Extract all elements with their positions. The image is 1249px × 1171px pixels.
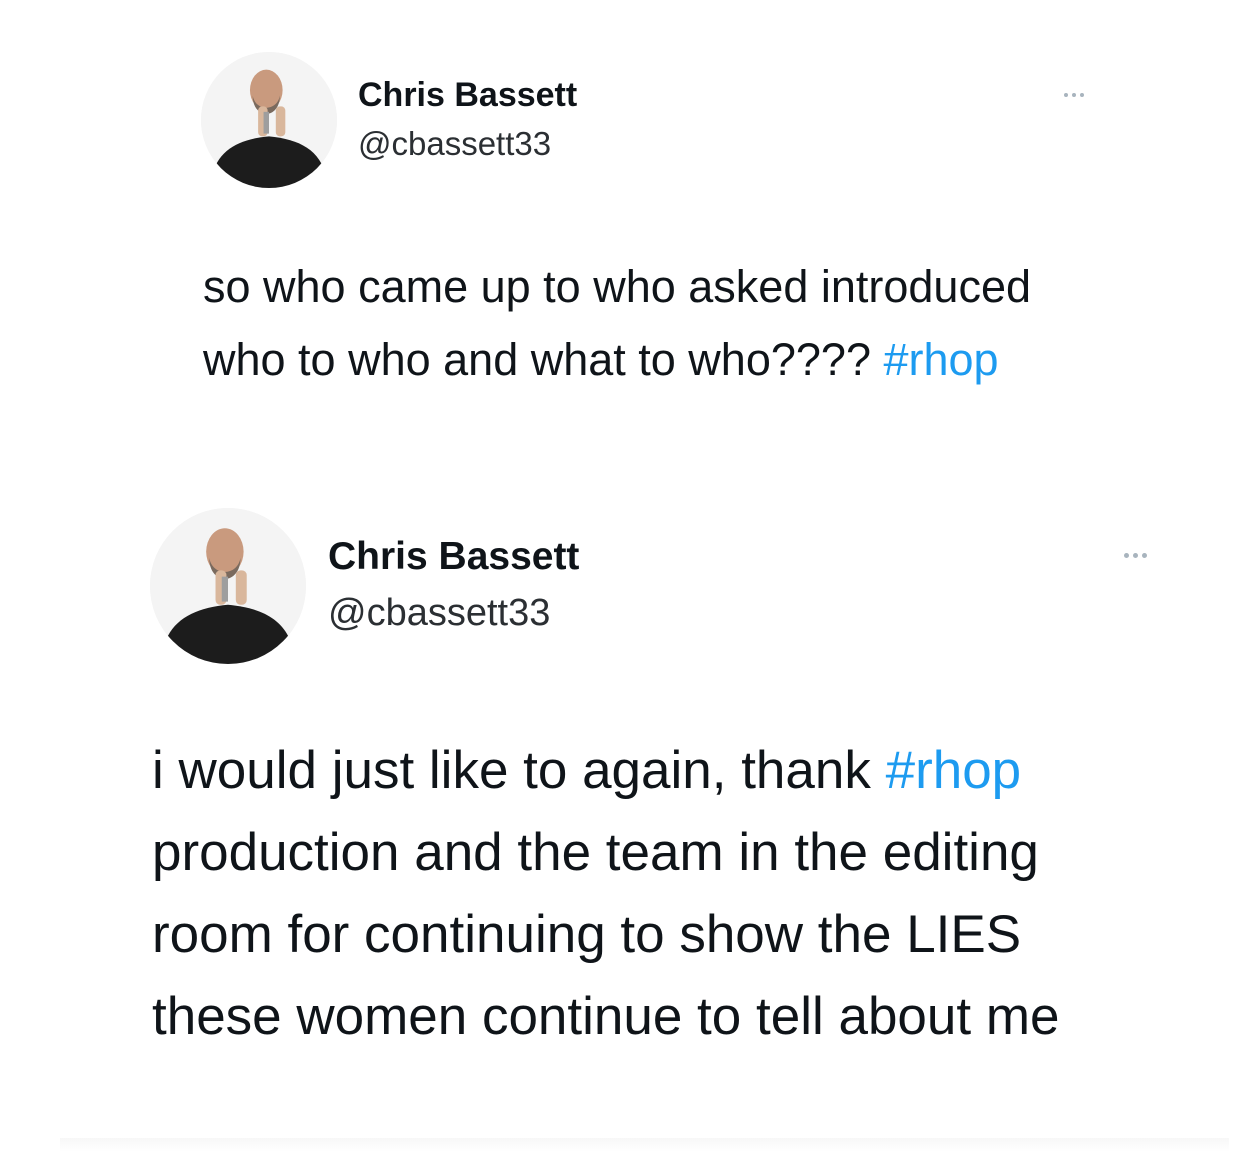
display-name[interactable]: Chris Bassett	[328, 535, 579, 579]
avatar-photo	[150, 508, 306, 664]
more-horizontal-icon	[1064, 93, 1068, 97]
more-options-button[interactable]	[1064, 93, 1084, 97]
avatar[interactable]	[201, 52, 337, 188]
more-horizontal-icon-dot	[1072, 93, 1076, 97]
more-horizontal-icon-dot	[1133, 553, 1138, 558]
tweet-text: so who came up to who asked introduced w…	[203, 250, 1103, 396]
display-name[interactable]: Chris Bassett	[358, 76, 577, 115]
hashtag-link[interactable]: #rhop	[886, 741, 1022, 800]
handle[interactable]: @cbassett33	[328, 592, 550, 635]
more-horizontal-icon-dot	[1080, 93, 1084, 97]
more-options-button[interactable]	[1124, 553, 1147, 558]
avatar-photo	[201, 52, 337, 188]
tweet-text-before: i would just like to again, thank	[152, 741, 886, 800]
avatar[interactable]	[150, 508, 306, 664]
more-horizontal-icon	[1124, 553, 1129, 558]
tweet-text-after: production and the team in the editing r…	[152, 823, 1060, 1046]
more-horizontal-icon-dot	[1142, 553, 1147, 558]
hashtag-link[interactable]: #rhop	[883, 334, 998, 385]
tweet-text: i would just like to again, thank #rhop …	[152, 730, 1152, 1058]
handle[interactable]: @cbassett33	[358, 125, 551, 163]
bottom-divider	[60, 1138, 1229, 1152]
